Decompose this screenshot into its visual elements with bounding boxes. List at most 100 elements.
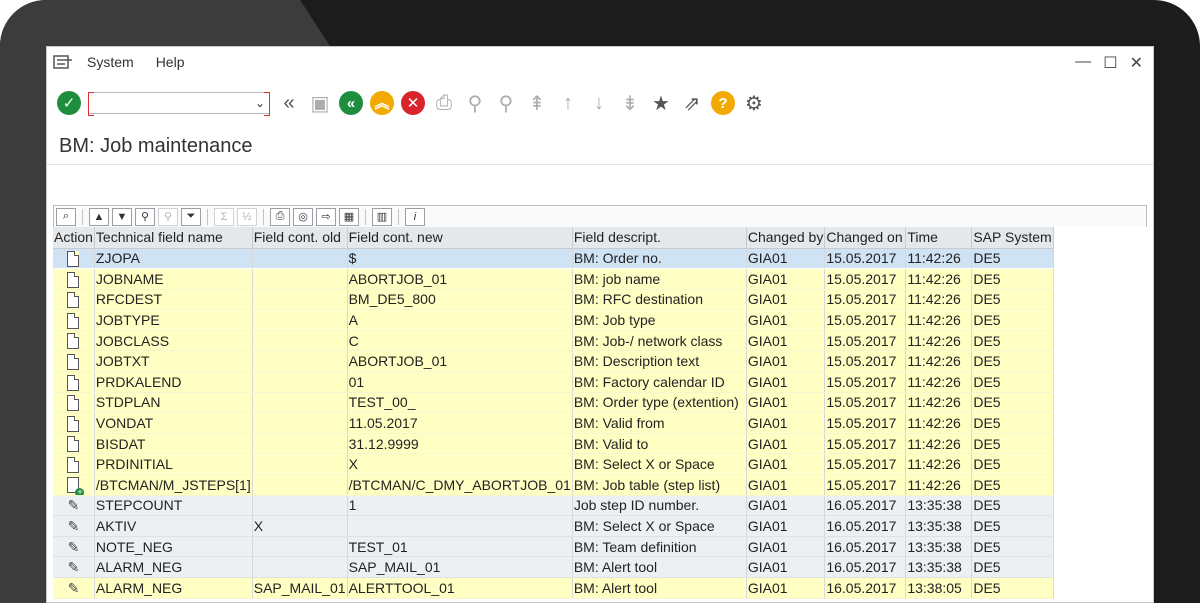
action-cell[interactable] — [53, 371, 95, 393]
maximize-icon[interactable]: ☐ — [1103, 53, 1117, 73]
menu-system[interactable]: System — [87, 54, 134, 70]
changed-by-cell[interactable]: GIA01 — [746, 515, 826, 537]
new-value-cell[interactable]: /BTCMAN/C_DMY_ABORTJOB_01 — [347, 474, 573, 496]
sap-system-cell[interactable]: DE5 — [971, 248, 1054, 270]
exit-icon[interactable]: ︽ — [370, 91, 394, 115]
help-icon[interactable]: ? — [711, 91, 735, 115]
action-cell[interactable] — [53, 433, 95, 455]
sap-system-cell[interactable]: DE5 — [971, 289, 1054, 311]
sap-system-cell[interactable]: DE5 — [971, 433, 1054, 455]
changed-by-cell[interactable]: GIA01 — [746, 412, 826, 434]
gear-icon[interactable]: ⚙ — [742, 91, 766, 116]
description-cell[interactable]: BM: Order no. — [572, 248, 747, 270]
old-value-cell[interactable] — [252, 330, 348, 352]
action-cell[interactable] — [53, 474, 95, 496]
info-icon[interactable]: i — [405, 207, 425, 226]
tech-field-cell[interactable]: RFCDEST — [94, 289, 253, 311]
old-value-cell[interactable] — [252, 412, 348, 434]
find-icon[interactable]: ⚲ — [463, 91, 487, 116]
new-value-cell[interactable]: 11.05.2017 — [347, 412, 573, 434]
new-value-cell[interactable] — [347, 515, 573, 537]
tech-field-cell[interactable]: JOBTYPE — [94, 309, 253, 331]
column-header[interactable]: Changed on — [824, 227, 907, 249]
shortcut-icon[interactable]: ⇗ — [680, 91, 704, 116]
time-cell[interactable]: 13:38:05 — [905, 577, 973, 599]
time-cell[interactable]: 11:42:26 — [905, 453, 973, 476]
description-cell[interactable]: BM: RFC destination — [572, 289, 747, 311]
time-cell[interactable]: 11:42:26 — [905, 268, 973, 290]
last-page-icon[interactable]: ⇟ — [618, 91, 642, 116]
sap-system-cell[interactable]: DE5 — [971, 330, 1054, 352]
time-cell[interactable]: 11:42:26 — [905, 474, 973, 496]
changed-on-cell[interactable]: 16.05.2017 — [824, 556, 907, 578]
chevron-down-icon[interactable]: ⌄ — [255, 96, 265, 110]
action-cell[interactable]: ✎ — [53, 577, 95, 599]
time-cell[interactable]: 13:35:38 — [905, 536, 973, 558]
new-value-cell[interactable]: TEST_01 — [347, 536, 573, 558]
changed-by-cell[interactable]: GIA01 — [746, 536, 826, 558]
new-value-cell[interactable]: C — [347, 330, 573, 352]
tech-field-cell[interactable]: ALARM_NEG — [94, 577, 253, 599]
table-row[interactable]: PRDKALEND 01 BM: Factory calendar ID GIA01 1… — [53, 371, 1054, 393]
menu-icon[interactable] — [53, 55, 73, 69]
tech-field-cell[interactable]: PRDINITIAL — [94, 453, 253, 476]
table-row[interactable]: ✎ STEPCOUNT 1 Job step ID number. GIA01 16.05… — [53, 495, 1054, 517]
action-cell[interactable]: ✎ — [53, 536, 95, 558]
changed-on-cell[interactable]: 15.05.2017 — [824, 433, 907, 455]
sap-system-cell[interactable]: DE5 — [971, 371, 1054, 393]
changed-by-cell[interactable]: GIA01 — [746, 309, 826, 331]
table-row[interactable]: JOBTXT ABORTJOB_01 BM: Description text GIA… — [53, 350, 1054, 373]
new-value-cell[interactable]: X — [347, 453, 573, 476]
time-cell[interactable]: 13:35:38 — [905, 556, 973, 578]
column-header[interactable]: Field descript. — [572, 227, 747, 249]
changed-on-cell[interactable]: 16.05.2017 — [824, 536, 907, 558]
tech-field-cell[interactable]: ALARM_NEG — [94, 556, 253, 578]
sap-system-cell[interactable]: DE5 — [971, 495, 1054, 517]
changed-by-cell[interactable]: GIA01 — [746, 371, 826, 393]
column-header[interactable]: Technical field name — [94, 227, 253, 249]
changed-on-cell[interactable]: 15.05.2017 — [824, 330, 907, 352]
time-cell[interactable]: 11:42:26 — [905, 433, 973, 455]
changed-by-cell[interactable]: GIA01 — [746, 453, 826, 476]
new-value-cell[interactable]: A — [347, 309, 573, 331]
print-icon[interactable]: ⎙ — [270, 207, 290, 226]
description-cell[interactable]: BM: Description text — [572, 350, 747, 373]
sap-system-cell[interactable]: DE5 — [971, 453, 1054, 476]
old-value-cell[interactable]: X — [252, 515, 348, 537]
table-row[interactable]: JOBNAME ABORTJOB_01 BM: job name GIA01 15.05… — [53, 268, 1054, 290]
action-cell[interactable]: ✎ — [53, 515, 95, 537]
changed-on-cell[interactable]: 15.05.2017 — [824, 392, 907, 414]
sap-system-cell[interactable]: DE5 — [971, 515, 1054, 537]
tech-field-cell[interactable]: ZJOPA — [94, 248, 253, 270]
time-cell[interactable]: 11:42:26 — [905, 392, 973, 414]
time-cell[interactable]: 11:42:26 — [905, 248, 973, 270]
old-value-cell[interactable] — [252, 474, 348, 496]
old-value-cell[interactable] — [252, 350, 348, 373]
action-cell[interactable] — [53, 268, 95, 290]
create-session-icon[interactable]: ★ — [649, 91, 673, 116]
changed-by-cell[interactable]: GIA01 — [746, 474, 826, 496]
old-value-cell[interactable] — [252, 309, 348, 331]
time-cell[interactable]: 11:42:26 — [905, 412, 973, 434]
sap-system-cell[interactable]: DE5 — [971, 474, 1054, 496]
column-header[interactable]: Changed by — [746, 227, 826, 249]
sap-system-cell[interactable]: DE5 — [971, 412, 1054, 434]
action-cell[interactable] — [53, 392, 95, 414]
new-value-cell[interactable]: ALERTTOOL_01 — [347, 577, 573, 599]
description-cell[interactable]: BM: Select X or Space — [572, 515, 747, 537]
description-cell[interactable]: BM: Job type — [572, 309, 747, 331]
table-row[interactable]: ZJOPA $ BM: Order no. GIA01 15.05.2017 11:42:… — [53, 248, 1054, 270]
print-icon[interactable]: ⎙ — [432, 92, 456, 115]
close-icon[interactable]: ✕ — [1130, 53, 1143, 73]
table-row[interactable]: JOBTYPE A BM: Job type GIA01 15.05.2017 11:42… — [53, 309, 1054, 331]
description-cell[interactable]: BM: Valid from — [572, 412, 747, 434]
changed-on-cell[interactable]: 15.05.2017 — [824, 371, 907, 393]
previous-page-icon[interactable]: ↑ — [556, 92, 580, 115]
old-value-cell[interactable] — [252, 392, 348, 414]
changed-by-cell[interactable]: GIA01 — [746, 248, 826, 270]
sort-ascending-icon[interactable]: ▲ — [89, 207, 109, 226]
table-row[interactable]: BISDAT 31.12.9999 BM: Valid to GIA01 15.05.2… — [53, 433, 1054, 455]
changed-on-cell[interactable]: 15.05.2017 — [824, 474, 907, 496]
old-value-cell[interactable] — [252, 556, 348, 578]
table-row[interactable]: ✎ ALARM_NEG SAP_MAIL_01 BM: Alert tool GIA01… — [53, 556, 1054, 578]
